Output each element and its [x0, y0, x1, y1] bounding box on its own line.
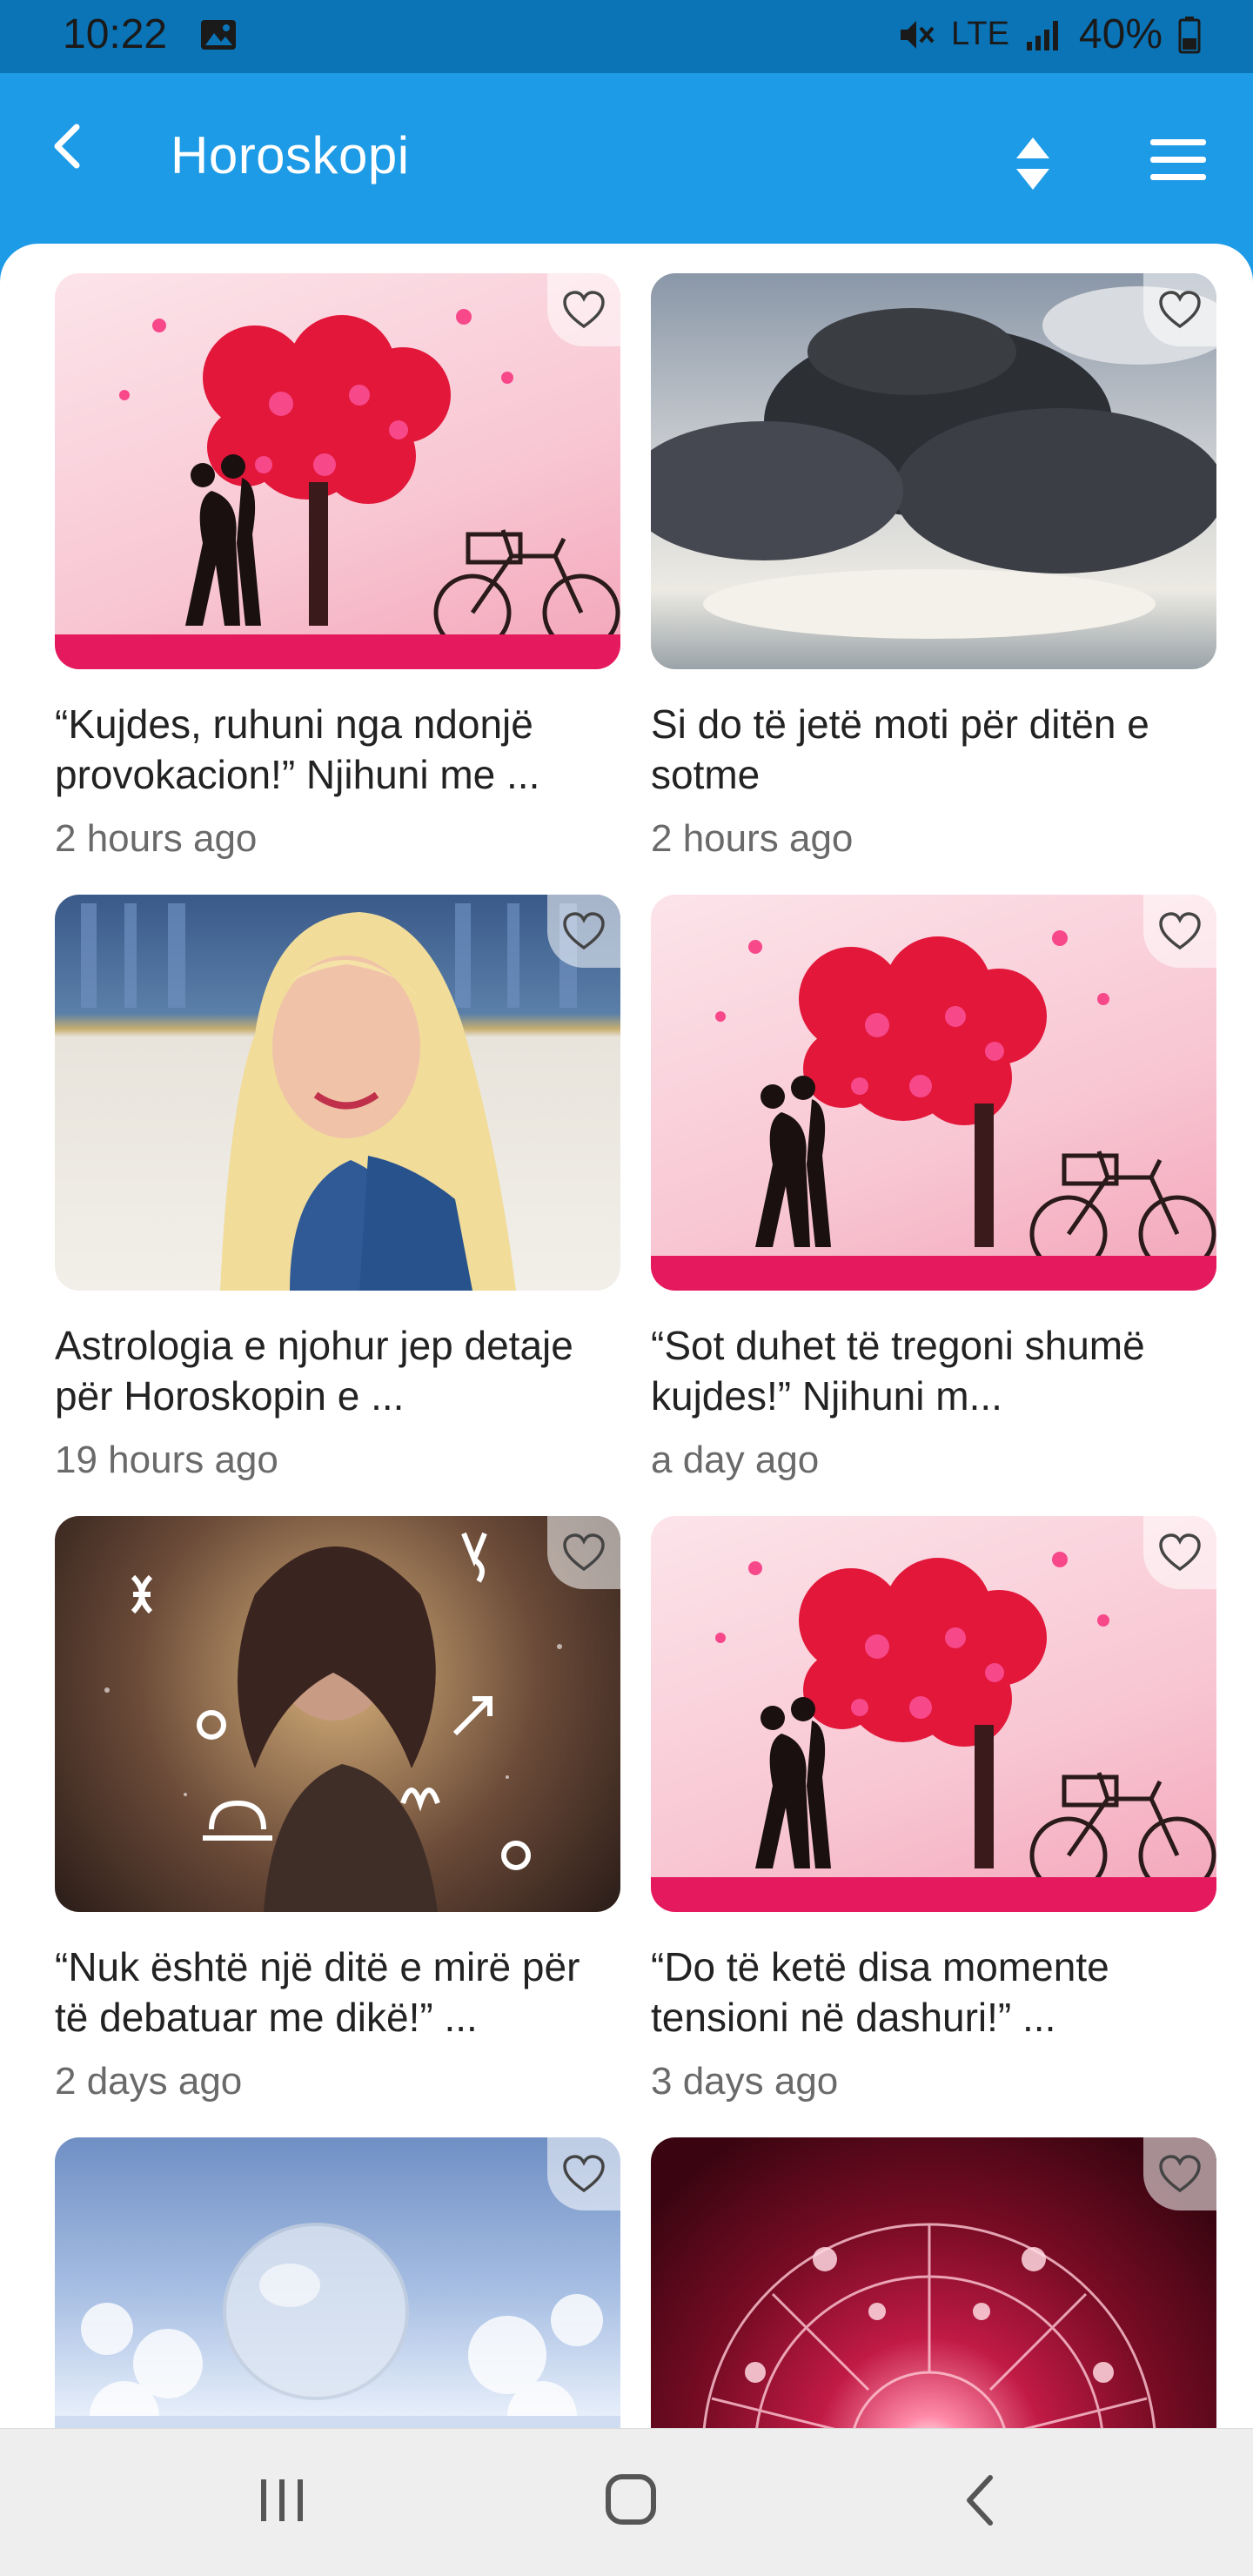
article-time: 19 hours ago: [55, 1439, 278, 1481]
article-time: 2 hours ago: [651, 817, 854, 860]
article-title[interactable]: Astrologia e njohur jep detaje për Horos…: [55, 1320, 620, 1421]
article-image[interactable]: [55, 2137, 620, 2428]
menu-icon[interactable]: [1147, 136, 1209, 184]
favorite-heart-icon[interactable]: [547, 273, 620, 346]
battery-level: 40%: [1078, 11, 1163, 57]
article-image[interactable]: [651, 2137, 1216, 2428]
article-title[interactable]: “Kujdes, ruhuni nga ndonjë provokacion!”…: [55, 699, 620, 800]
article-image[interactable]: [55, 1516, 620, 1912]
battery-icon: [1178, 16, 1201, 54]
status-time: 10:22: [63, 11, 168, 57]
article-card[interactable]: [651, 2137, 1216, 2428]
article-card[interactable]: “Do të ketë disa momente tensioni në das…: [651, 1516, 1216, 2103]
article-title[interactable]: “Nuk është një ditë e mirë për të debatu…: [55, 1942, 620, 2043]
article-time: a day ago: [651, 1439, 820, 1481]
mute-icon: [897, 16, 935, 54]
favorite-heart-icon[interactable]: [547, 895, 620, 968]
favorite-heart-icon[interactable]: [1143, 895, 1216, 968]
favorite-heart-icon[interactable]: [1143, 2137, 1216, 2210]
article-grid: “Kujdes, ruhuni nga ndonjë provokacion!”…: [0, 244, 1253, 2428]
favorite-heart-icon[interactable]: [547, 1516, 620, 1589]
article-card[interactable]: “Nuk është një ditë e mirë për të debatu…: [55, 1516, 620, 2103]
article-image[interactable]: [651, 1516, 1216, 1912]
article-image[interactable]: [55, 273, 620, 669]
article-image[interactable]: [55, 895, 620, 1291]
article-time: 2 hours ago: [55, 817, 258, 860]
article-time: 2 days ago: [55, 2060, 243, 2103]
back-arrow-icon[interactable]: [44, 120, 96, 172]
network-type: LTE: [951, 16, 1009, 52]
sort-icon[interactable]: [1009, 134, 1056, 195]
article-image[interactable]: [651, 895, 1216, 1291]
article-time: 3 days ago: [651, 2060, 839, 2103]
home-icon[interactable]: [604, 2472, 658, 2526]
signal-icon: [1025, 17, 1063, 52]
article-title[interactable]: “Sot duhet të tregoni shumë kujdes!” Nji…: [651, 1320, 1216, 1421]
article-title[interactable]: “Do të ketë disa momente tensioni në das…: [651, 1942, 1216, 2043]
favorite-heart-icon[interactable]: [547, 2137, 620, 2210]
back-icon[interactable]: [962, 2472, 997, 2528]
favorite-heart-icon[interactable]: [1143, 273, 1216, 346]
article-card[interactable]: [55, 2137, 620, 2428]
recents-icon[interactable]: [258, 2474, 306, 2526]
article-card[interactable]: Astrologia e njohur jep detaje për Horos…: [55, 895, 620, 1482]
page-title: Horoskopi: [171, 126, 410, 184]
app-bar: Horoskopi: [0, 73, 1253, 247]
article-card[interactable]: “Sot duhet të tregoni shumë kujdes!” Nji…: [651, 895, 1216, 1482]
article-card[interactable]: Si do të jetë moti për ditën e sotme 2 h…: [651, 273, 1216, 861]
article-title[interactable]: Si do të jetë moti për ditën e sotme: [651, 699, 1216, 800]
article-image[interactable]: [651, 273, 1216, 669]
status-bar: 10:22 LTE 40%: [0, 0, 1253, 73]
favorite-heart-icon[interactable]: [1143, 1516, 1216, 1589]
article-card[interactable]: “Kujdes, ruhuni nga ndonjë provokacion!”…: [55, 273, 620, 861]
system-nav-bar: [0, 2428, 1253, 2576]
gallery-icon: [200, 19, 237, 50]
